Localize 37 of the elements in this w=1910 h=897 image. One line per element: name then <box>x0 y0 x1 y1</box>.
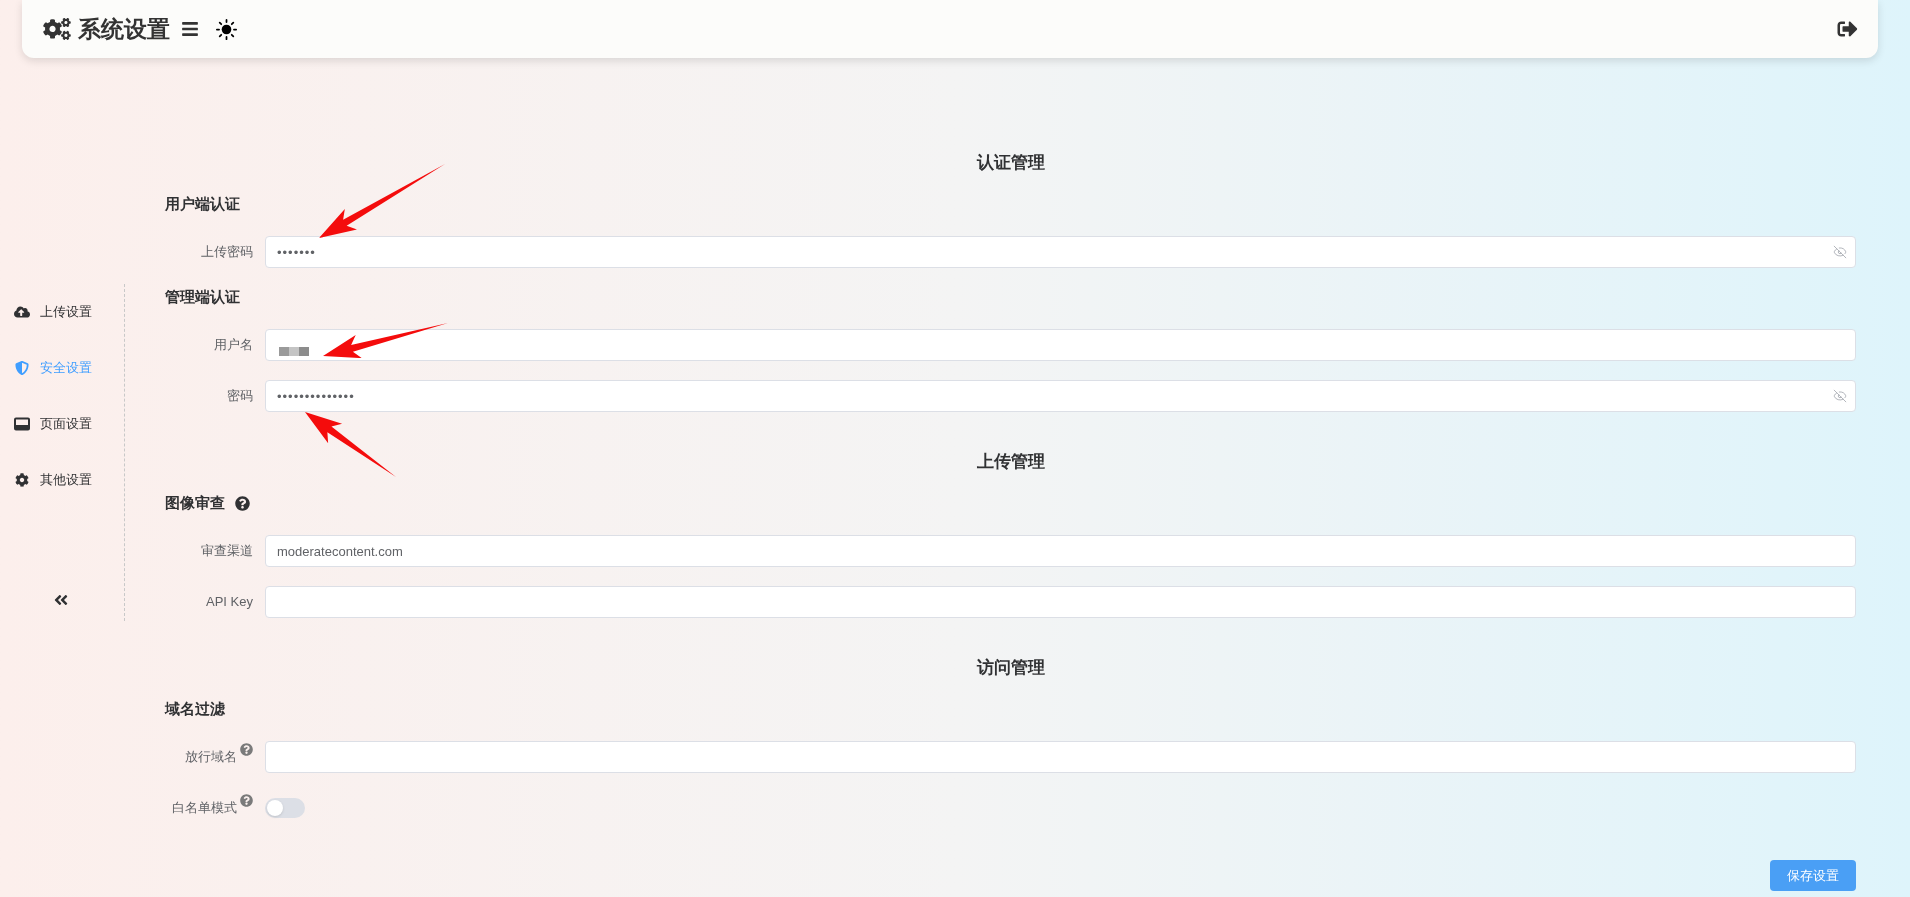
logout-icon[interactable] <box>1836 19 1859 39</box>
field-label: 用户名 <box>214 336 253 355</box>
section-title: 访问管理 <box>975 657 1046 679</box>
eye-off-icon[interactable] <box>1833 245 1847 259</box>
card-icon <box>14 417 30 431</box>
cloud-upload-icon <box>14 305 30 319</box>
sun-icon[interactable] <box>216 18 237 40</box>
help-icon[interactable] <box>235 495 250 511</box>
group-title: 用户端认证 <box>165 194 240 214</box>
password-field[interactable]: ••••••• <box>265 236 1856 268</box>
shield-icon <box>14 361 30 375</box>
sidebar-item[interactable]: 页面设置 <box>0 404 124 444</box>
field-label: 放行域名 <box>185 748 237 767</box>
field-label: 审查渠道 <box>201 542 253 561</box>
gears-icon <box>43 18 71 40</box>
field-label: 白名单模式 <box>172 799 237 818</box>
sidebar-item[interactable]: 上传设置 <box>0 292 124 332</box>
group-title: 管理端认证 <box>165 287 240 307</box>
group-title: 图像审查 <box>165 493 225 513</box>
eye-off-icon[interactable] <box>1833 389 1847 403</box>
text-field[interactable] <box>265 741 1856 773</box>
text-field[interactable]: moderatecontent.com <box>265 535 1856 567</box>
field-label: 上传密码 <box>201 243 253 262</box>
section-title: 认证管理 <box>975 152 1046 174</box>
page-title: 系统设置 <box>78 14 170 44</box>
field-label: 密码 <box>227 387 253 406</box>
toggle-switch[interactable] <box>265 798 305 818</box>
field-label: API Key <box>206 593 253 612</box>
group-title: 域名过滤 <box>165 699 225 719</box>
text-field[interactable] <box>265 329 1856 361</box>
password-field[interactable]: •••••••••••••• <box>265 380 1856 412</box>
menu-icon[interactable] <box>181 20 199 38</box>
text-field[interactable] <box>265 586 1856 618</box>
section-title: 上传管理 <box>975 451 1046 473</box>
collapse-icon[interactable] <box>53 592 69 608</box>
sidebar-item[interactable]: 其他设置 <box>0 460 124 500</box>
gear-icon <box>14 473 30 487</box>
